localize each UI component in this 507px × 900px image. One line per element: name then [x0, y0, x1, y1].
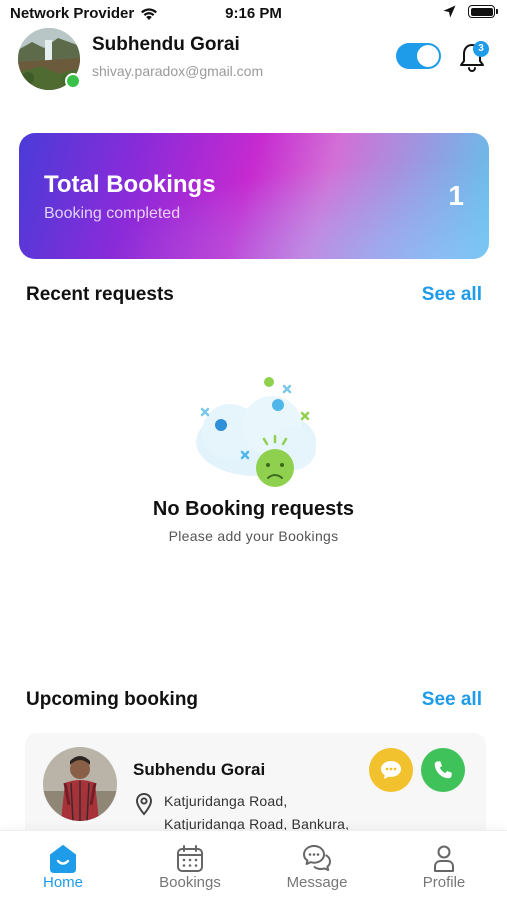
avatar[interactable] — [18, 28, 81, 90]
chat-button[interactable] — [369, 748, 413, 792]
customer-avatar — [43, 747, 117, 821]
clock: 9:16 PM — [225, 5, 282, 22]
customer-address-line-1: Katjuridanga Road, — [164, 793, 288, 809]
phone-icon — [434, 761, 452, 779]
empty-requests-title: No Booking requests — [152, 498, 355, 520]
tab-bookings[interactable]: Bookings — [127, 831, 253, 900]
availability-toggle[interactable] — [396, 43, 441, 69]
tab-bookings-label: Bookings — [159, 874, 221, 891]
location-pin-icon — [135, 792, 153, 816]
app-screen: Network Provider 9:16 PM Subhendu Gorai … — [0, 0, 507, 900]
total-bookings-count: 1 — [448, 180, 464, 211]
chat-bubble-icon — [381, 761, 401, 779]
notification-badge: 3 — [473, 41, 489, 57]
upcoming-booking-card[interactable]: Subhendu Gorai Katjuridanga Road, Katjur… — [25, 733, 486, 843]
status-right — [443, 5, 498, 18]
tab-message[interactable]: Message — [254, 831, 380, 900]
total-bookings-title: Total Bookings — [44, 171, 216, 198]
recent-requests-title: Recent requests — [26, 284, 174, 305]
user-email: shivay.paradox@gmail.com — [92, 63, 264, 79]
user-name: Subhendu Gorai — [92, 34, 240, 55]
empty-requests-illustration — [196, 377, 316, 487]
user-icon — [434, 845, 454, 872]
calendar-icon — [177, 845, 203, 872]
home-icon — [50, 845, 76, 873]
customer-photo — [43, 747, 117, 821]
tab-home-label: Home — [42, 874, 83, 891]
tab-profile-label: Profile — [422, 874, 466, 891]
customer-name: Subhendu Gorai — [133, 760, 266, 779]
recent-requests-see-all-link[interactable]: See all — [422, 284, 482, 306]
online-status-dot — [65, 73, 81, 89]
upcoming-booking-title: Upcoming booking — [26, 689, 199, 710]
toggle-knob — [417, 45, 439, 67]
upcoming-booking-see-all-link[interactable]: See all — [422, 689, 482, 711]
status-bar: Network Provider 9:16 PM — [0, 0, 507, 28]
profile-header: Subhendu Gorai shivay.paradox@gmail.com … — [0, 28, 507, 98]
tab-home[interactable]: Home — [0, 831, 126, 900]
total-bookings-subtitle: Booking completed — [44, 205, 181, 222]
tab-profile[interactable]: Profile — [381, 831, 507, 900]
chat-icon — [303, 845, 331, 871]
location-arrow-icon — [443, 5, 456, 18]
empty-requests-subtitle: Please add your Bookings — [168, 528, 339, 544]
tab-message-label: Message — [286, 874, 348, 891]
total-bookings-card[interactable]: Total Bookings Booking completed 1 — [19, 133, 489, 259]
call-button[interactable] — [421, 748, 465, 792]
bottom-tab-bar: Home Bookings Message Profile — [0, 830, 507, 900]
battery-icon — [468, 5, 498, 18]
